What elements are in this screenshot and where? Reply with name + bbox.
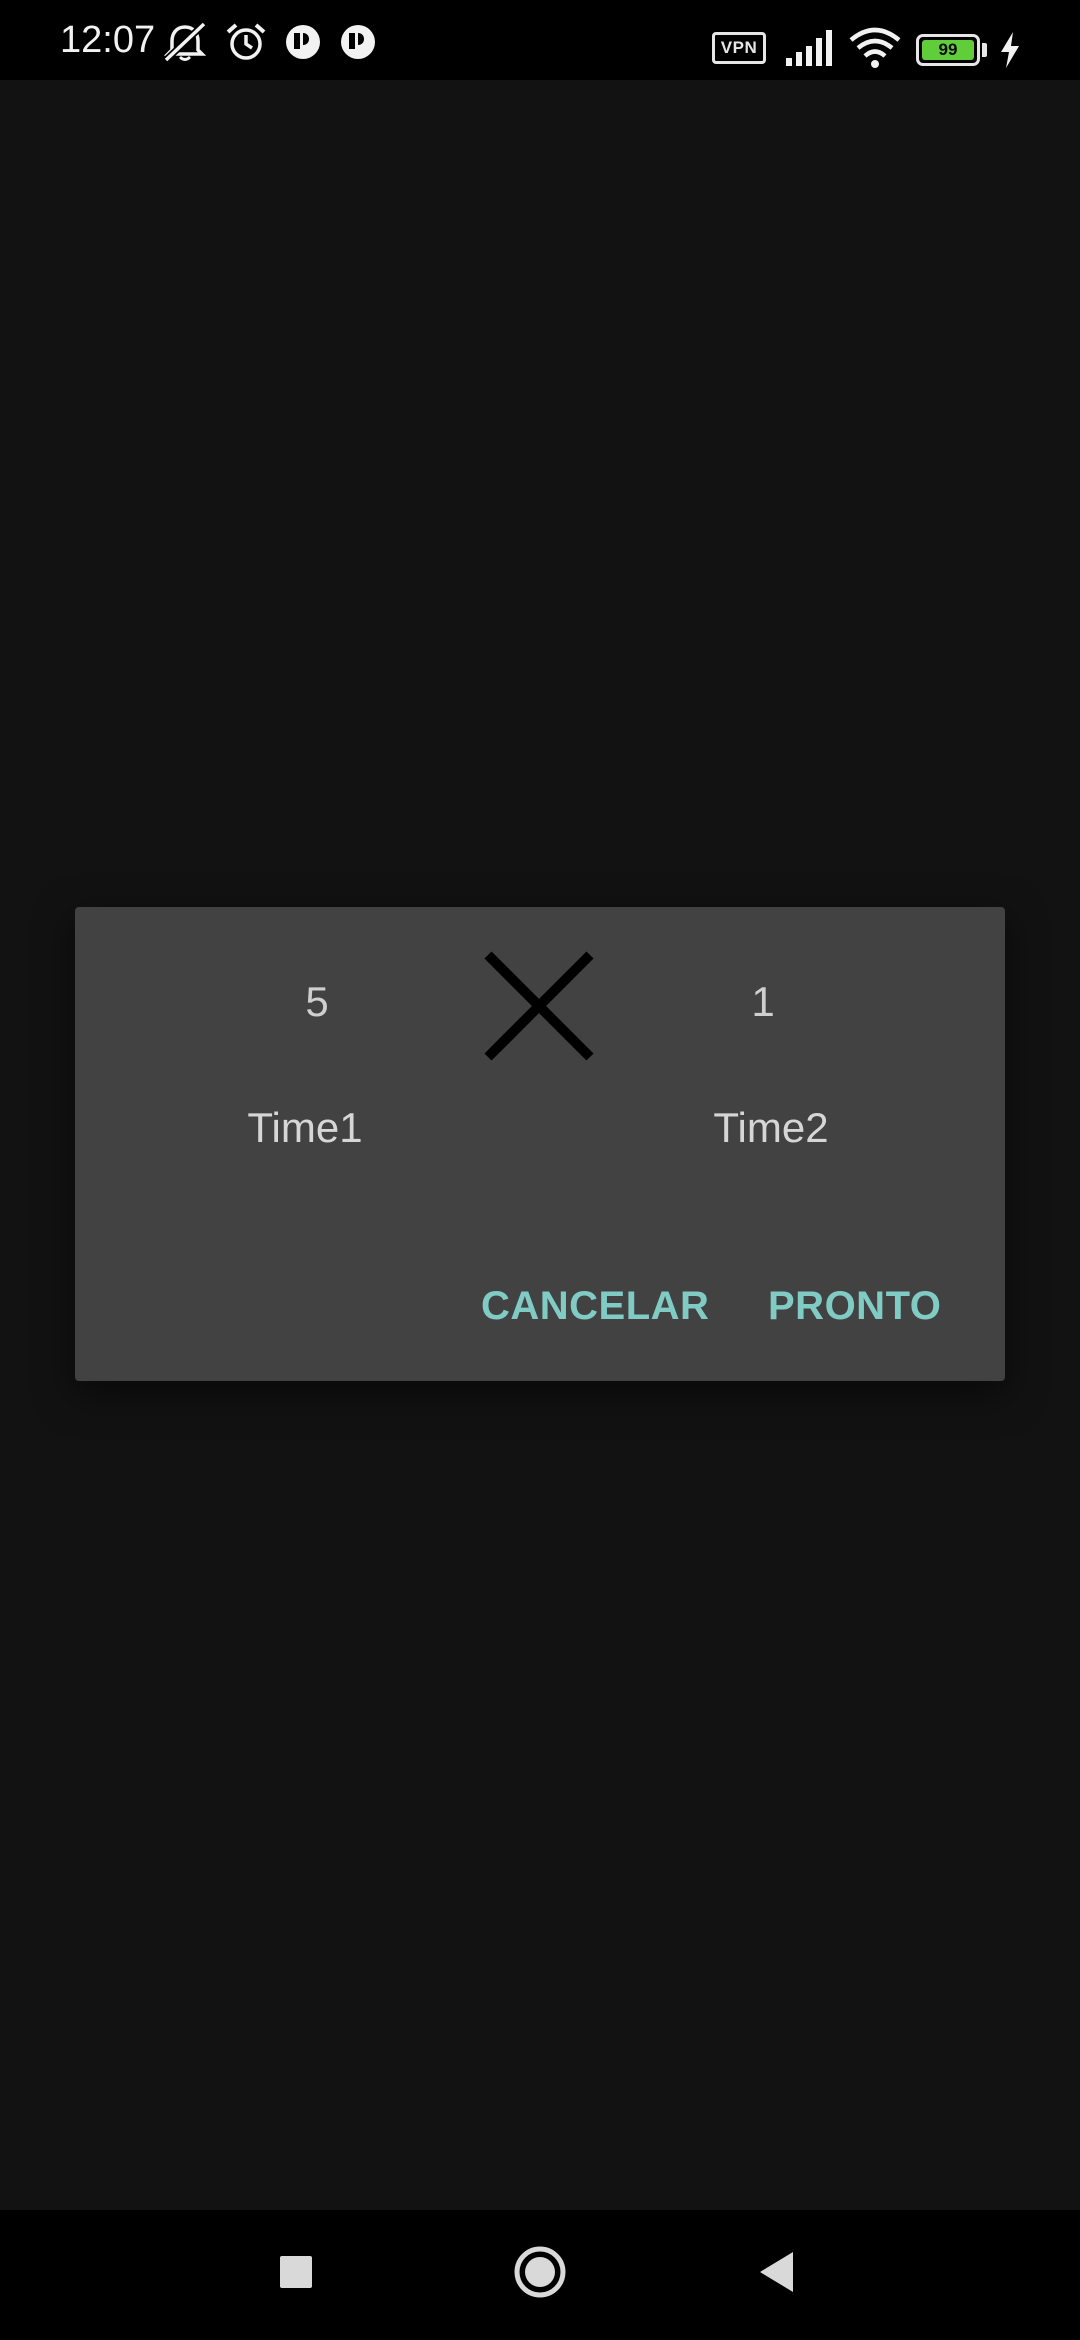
- team2-name: Time2: [713, 1104, 829, 1151]
- battery-icon: 99: [916, 34, 980, 66]
- status-time: 12:07: [60, 19, 156, 61]
- team2-score[interactable]: 1: [703, 977, 823, 1027]
- mute-notifications-icon: [163, 22, 207, 62]
- status-bar: 12:07 VPN 99: [0, 0, 1080, 80]
- app-notification-icon: [286, 25, 320, 59]
- app-notification-icon: [341, 25, 375, 59]
- back-icon[interactable]: [738, 2232, 818, 2312]
- close-x-icon: [484, 951, 594, 1061]
- battery-level: 99: [922, 40, 974, 60]
- alarm-icon: [226, 23, 266, 60]
- wifi-icon: [849, 27, 901, 68]
- battery-tip: [982, 43, 987, 57]
- charging-icon: [1001, 32, 1019, 68]
- recent-apps-icon[interactable]: [256, 2232, 336, 2312]
- team1-name: Time1: [247, 1104, 363, 1151]
- home-icon[interactable]: [500, 2232, 580, 2312]
- score-dialog: 5 1 Time1 Time2 CANCELAR PRONTO: [75, 907, 1005, 1381]
- confirm-button[interactable]: PRONTO: [768, 1271, 941, 1341]
- app-screen: 12:07 VPN 99 5 1 Time1 Time2 CANCELAR PR…: [0, 0, 1080, 2340]
- signal-icon: [786, 30, 832, 66]
- vpn-icon: VPN: [712, 32, 766, 64]
- navigation-bar: [0, 2210, 1080, 2340]
- team1-score[interactable]: 5: [257, 977, 377, 1027]
- cancel-button[interactable]: CANCELAR: [481, 1271, 709, 1341]
